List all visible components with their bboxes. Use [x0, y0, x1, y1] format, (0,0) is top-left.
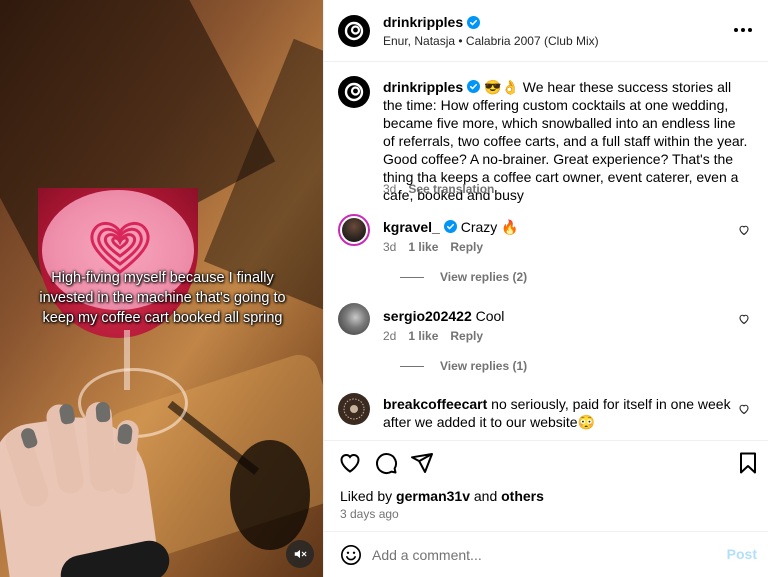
fingernail — [116, 423, 134, 445]
speaker-muted-icon — [294, 549, 307, 559]
liked-by-prefix: Liked by — [340, 488, 393, 504]
like-heart-icon[interactable] — [338, 451, 362, 475]
share-paper-plane-icon[interactable] — [410, 451, 434, 475]
post-panel: drinkripples Enur, Natasja • Calabria 20… — [323, 0, 768, 577]
comment-meta: 3d 1 like Reply — [383, 240, 483, 254]
ripples-logo-icon — [344, 82, 364, 102]
liked-by-others-link[interactable]: others — [501, 488, 544, 504]
comment-text-block: kgravel_ Crazy 🔥 — [383, 218, 748, 236]
heart-outline-icon[interactable] — [738, 224, 750, 236]
divider-line — [400, 365, 424, 367]
comment-item: kgravel_ Crazy 🔥 3d 1 like Reply View re… — [338, 214, 758, 294]
comment-text: Cool — [475, 308, 505, 324]
bookmark-icon[interactable] — [736, 451, 760, 475]
reply-button[interactable]: Reply — [450, 329, 483, 343]
header-username-row: drinkripples — [383, 14, 481, 30]
ripples-logo-icon — [344, 21, 364, 41]
reply-button[interactable]: Reply — [450, 240, 483, 254]
caption-time[interactable]: 3d — [383, 182, 396, 196]
post-media[interactable]: High-fiving myself because I finally inv… — [0, 0, 323, 577]
comment-input[interactable] — [372, 542, 712, 568]
post-time[interactable]: 3 days ago — [340, 507, 399, 521]
coffee-logo-icon — [343, 398, 365, 420]
comment-text-block: breakcoffeecart no seriously, paid for i… — [383, 395, 748, 431]
comments-list[interactable]: drinkripples 😎👌 We hear these success st… — [324, 62, 768, 440]
verified-badge-icon — [467, 80, 481, 93]
post-caption: drinkripples 😎👌 We hear these success st… — [338, 76, 758, 203]
username-link[interactable]: breakcoffeecart — [383, 396, 487, 412]
comment-meta: 2d 1 like Reply — [383, 329, 483, 343]
liked-by-user-link[interactable]: german31v — [396, 488, 470, 504]
mute-button[interactable] — [286, 540, 314, 568]
username-link[interactable]: kgravel_ — [383, 219, 440, 235]
verified-badge-icon — [443, 220, 457, 233]
glass-shadow — [230, 440, 310, 550]
fingernail — [95, 401, 111, 423]
avatar[interactable] — [338, 214, 370, 246]
heart-outline-icon[interactable] — [738, 403, 750, 415]
comment-item: sergio202422 Cool 2d 1 like Reply View r… — [338, 303, 758, 383]
username-link[interactable]: drinkripples — [383, 14, 463, 30]
view-replies-button[interactable]: View replies (1) — [400, 359, 527, 373]
fingernail — [58, 402, 76, 426]
caption-meta: 3d See translation — [383, 182, 494, 196]
avatar[interactable] — [338, 303, 370, 335]
comment-likes-count[interactable]: 1 like — [408, 240, 438, 254]
view-replies-button[interactable]: View replies (2) — [400, 270, 527, 284]
media-overlay-text: High-fiving myself because I finally inv… — [39, 270, 286, 326]
caption-emoji: 😎👌 — [484, 79, 519, 95]
avatar[interactable] — [338, 393, 370, 425]
see-translation-button[interactable]: See translation — [408, 182, 494, 196]
verified-badge-icon — [467, 15, 481, 29]
post-comment-button[interactable]: Post — [727, 546, 757, 562]
liked-by-summary: Liked by german31v and others — [340, 488, 544, 504]
avatar[interactable] — [338, 15, 370, 47]
comment-time[interactable]: 2d — [383, 329, 396, 343]
post-header: drinkripples Enur, Natasja • Calabria 20… — [324, 0, 768, 62]
comment-text-block: sergio202422 Cool — [383, 307, 748, 325]
liked-by-and: and — [473, 488, 498, 504]
comment-composer: Post — [324, 531, 768, 577]
avatar[interactable] — [338, 76, 370, 108]
username-link[interactable]: sergio202422 — [383, 308, 472, 324]
view-replies-label: View replies (2) — [440, 270, 528, 284]
comment-item: breakcoffeecart no seriously, paid for i… — [338, 393, 758, 440]
audio-attribution-link[interactable]: Enur, Natasja • Calabria 2007 (Club Mix) — [383, 34, 599, 48]
username-link[interactable]: drinkripples — [383, 79, 463, 95]
comment-likes-count[interactable]: 1 like — [408, 329, 438, 343]
comment-text: Crazy 🔥 — [460, 219, 519, 235]
comment-bubble-icon[interactable] — [374, 451, 398, 475]
view-replies-label: View replies (1) — [440, 359, 528, 373]
divider-line — [400, 276, 424, 278]
emoji-icon[interactable] — [340, 544, 362, 566]
comment-time[interactable]: 3d — [383, 240, 396, 254]
heart-outline-icon[interactable] — [738, 313, 750, 325]
more-horizontal-icon[interactable] — [731, 20, 755, 40]
post-actions: Liked by german31v and others 3 days ago — [324, 440, 768, 530]
